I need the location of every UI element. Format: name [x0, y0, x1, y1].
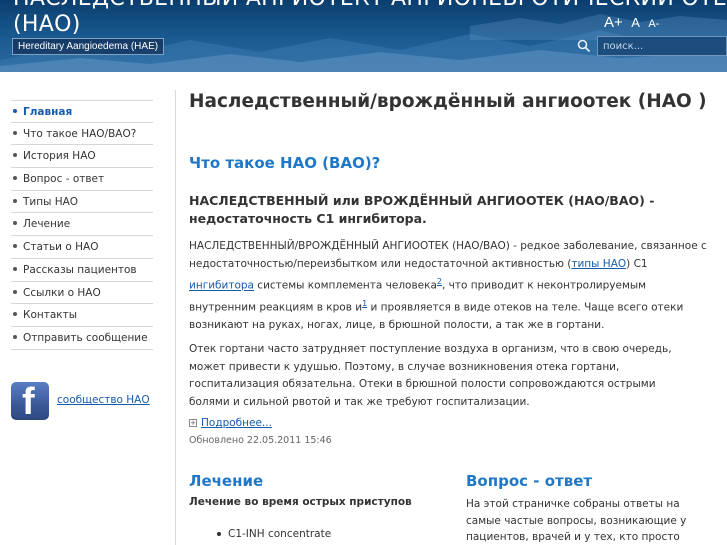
sidebar-item-treatment[interactable]: Лечение — [11, 213, 153, 237]
bullet-icon — [13, 153, 17, 158]
sidebar-item-label: Типы НАО — [23, 195, 79, 208]
sidebar-item-articles[interactable]: Статьи о НАО — [11, 236, 153, 259]
bullet-icon — [13, 334, 17, 339]
site-header: НАСЛЕДСТВЕННЫЙ АНГИОТЕКТ АНГИОНЕВРОТИЧЕС… — [0, 0, 727, 72]
sidebar-item-contacts[interactable]: Контакты — [11, 304, 153, 327]
font-increase-button[interactable]: A+ — [604, 14, 623, 31]
sidebar-item-label: Вопрос - ответ — [23, 173, 105, 186]
search-icon[interactable] — [577, 39, 591, 53]
sidebar-item-label: Главная — [23, 106, 73, 118]
sidebar-item-label: Что такое НАО/ВАО? — [23, 127, 137, 140]
sidebar-item-label: Отправить сообщение — [23, 331, 148, 344]
font-decrease-button[interactable]: A- — [648, 18, 659, 30]
read-more: + Подробнее... — [189, 417, 272, 429]
treatment-subtitle: Лечение во время острых приступов — [189, 496, 412, 508]
sidebar-item-history[interactable]: История НАО — [11, 145, 153, 169]
search-input[interactable] — [597, 36, 727, 56]
column-divider — [175, 90, 176, 545]
bullet-icon — [13, 176, 17, 181]
faq-intro-text: На этой страничке собраны ответы на самы… — [466, 498, 687, 543]
sidebar-item-label: Контакты — [23, 309, 78, 322]
sidebar-item-types[interactable]: Типы НАО — [11, 191, 153, 214]
bullet-icon — [13, 244, 17, 249]
facebook-icon[interactable]: f — [11, 381, 49, 423]
sidebar-item-label: Статьи о НАО — [23, 241, 99, 254]
sidebar-item-patient-stories[interactable]: Рассказы пациентов — [11, 259, 153, 282]
sidebar-item-send-message[interactable]: Отправить сообщение — [11, 327, 153, 350]
updated-timestamp: Обновлено 22.05.2011 15:46 — [189, 435, 332, 446]
sidebar-item-label: История НАО — [23, 150, 96, 163]
faq-title-link[interactable]: Вопрос - ответ — [466, 472, 592, 490]
sidebar-item-label: Ссылки о НАО — [23, 286, 101, 299]
text-fragment: ) С1 — [626, 257, 648, 270]
sidebar-item-label: Рассказы пациентов — [23, 263, 137, 276]
plus-icon: + — [189, 419, 197, 427]
inhibitor-link[interactable]: ингибитора — [189, 280, 254, 292]
intro-paragraph: НАСЛЕДСТВЕННЫЙ/ВРОЖДЁННЫЙ АНГИООТЕК (НАО… — [189, 238, 709, 335]
section-title-link[interactable]: Что такое НАО (ВАО)? — [189, 154, 380, 172]
page-title: Наследственный/врождённый ангиоотек (НАО… — [189, 91, 707, 112]
font-reset-button[interactable]: A — [631, 15, 640, 30]
facebook-community-block: f сообщество НАО — [11, 381, 161, 423]
lead-paragraph: НАСЛЕДСТВЕННЫЙ или ВРОЖДЁННЫЙ АНГИООТЕК … — [189, 193, 655, 226]
text-fragment: системы комплемента человека — [253, 279, 437, 292]
bullet-icon — [13, 312, 17, 317]
hae-types-link[interactable]: типы НАО — [571, 258, 626, 270]
sidebar-item-home[interactable]: Главная — [11, 100, 153, 123]
larynx-paragraph: Отек гортани часто затрудняет поступлени… — [189, 343, 672, 408]
treatment-item-label: C1-INH concentrate — [228, 528, 332, 540]
treatment-title-link[interactable]: Лечение — [189, 472, 263, 490]
sidebar-item-label: Лечение — [23, 218, 71, 231]
font-size-tools: A+ A A- — [604, 14, 663, 32]
bullet-icon — [13, 130, 17, 135]
bullet-icon — [13, 109, 17, 113]
sidebar-item-what-is-hae[interactable]: Что такое НАО/ВАО? — [11, 123, 153, 146]
read-more-link[interactable]: Подробнее... — [201, 417, 272, 429]
bullet-icon — [13, 289, 17, 294]
site-subtitle-badge: Hereditary Aangioedema (HAE) — [12, 38, 165, 55]
bullet-icon — [13, 198, 17, 203]
sidebar-item-faq[interactable]: Вопрос - ответ — [11, 168, 153, 191]
list-item: C1-INH concentrate — [217, 528, 331, 540]
facebook-community-link[interactable]: сообщество НАО — [57, 394, 150, 406]
bullet-icon — [217, 532, 221, 536]
bullet-icon — [13, 221, 17, 226]
bullet-icon — [13, 266, 17, 271]
sidebar-item-links[interactable]: Ссылки о НАО — [11, 282, 153, 305]
site-title-line1: НАСЛЕДСТВЕННЫЙ АНГИОТЕКТ АНГИОНЕВРОТИЧЕС… — [13, 0, 727, 11]
sidebar-menu: Главная Что такое НАО/ВАО? История НАО В… — [11, 100, 153, 350]
